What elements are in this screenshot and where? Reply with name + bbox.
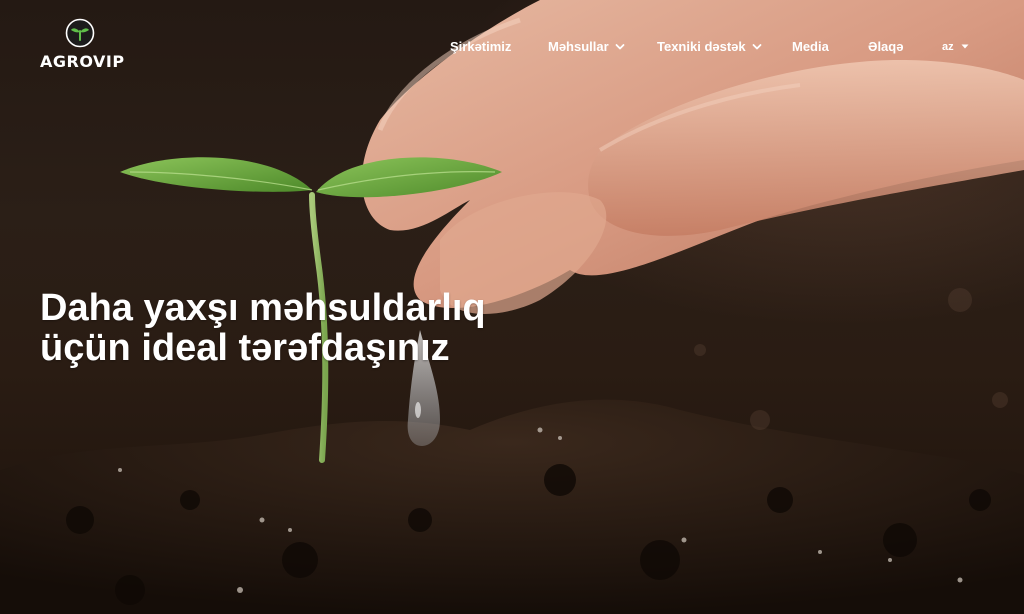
chevron-down-icon	[615, 44, 625, 50]
nav-item-label: Məhsullar	[548, 39, 609, 54]
hero-headline-line-2: üçün ideal tərəfdaşınız	[40, 327, 450, 369]
language-selector[interactable]: az	[942, 38, 970, 56]
brand-logo[interactable]: AGROVIP	[40, 18, 125, 74]
language-label: az	[942, 41, 954, 53]
hero-headline: Daha yaxşı məhsuldarlıq üçün ideal tərəf…	[40, 288, 486, 368]
hero-banner: AGROVIP Şirkətimiz Məhsullar Texniki dəs…	[0, 0, 1024, 614]
hero-headline-line-1: Daha yaxşı məhsuldarlıq	[40, 287, 486, 329]
nav-item-contact[interactable]: Əlaqə	[868, 38, 903, 56]
brand-name: AGROVIP	[40, 52, 125, 71]
sprout-logo-icon	[65, 18, 95, 48]
nav-item-company[interactable]: Şirkətimiz	[450, 38, 511, 56]
main-menu: Şirkətimiz Məhsullar Texniki dəstək Medi…	[440, 38, 970, 58]
nav-item-label: Texniki dəstək	[657, 39, 746, 54]
chevron-down-icon	[752, 44, 762, 50]
caret-down-icon	[961, 44, 969, 49]
nav-item-label: Şirkətimiz	[450, 39, 512, 54]
nav-item-label: Əlaqə	[868, 39, 904, 54]
top-navigation: AGROVIP Şirkətimiz Məhsullar Texniki dəs…	[0, 0, 1024, 96]
nav-item-label: Media	[792, 39, 829, 54]
nav-item-products[interactable]: Məhsullar	[548, 38, 625, 56]
nav-item-media[interactable]: Media	[792, 38, 829, 56]
nav-item-technical-support[interactable]: Texniki dəstək	[657, 38, 762, 56]
